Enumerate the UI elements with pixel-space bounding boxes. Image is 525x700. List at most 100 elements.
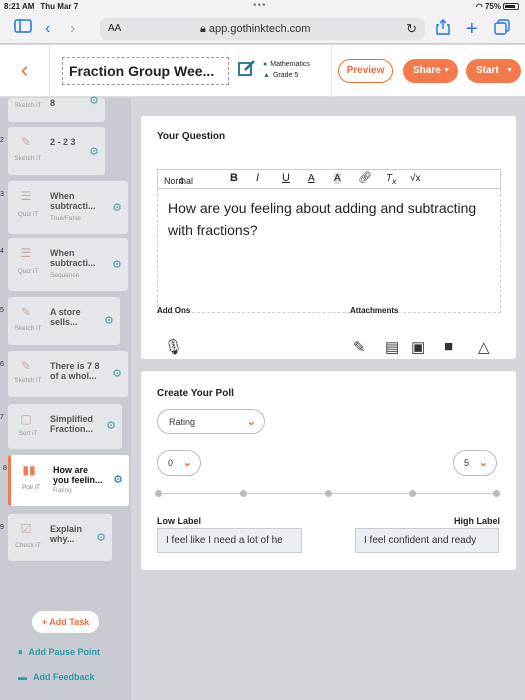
task-card[interactable]: 2 ✎ Sketch iT 2 - 2 3 ⚙ — [0, 127, 105, 175]
tabs-icon[interactable] — [494, 19, 510, 41]
scale-point — [325, 490, 332, 497]
wifi-icon: ◠ — [475, 2, 485, 11]
link-icon[interactable]: 🔗︎ — [358, 171, 372, 184]
task-type: Quiz iT — [17, 268, 39, 275]
task-card[interactable]: 4 ☰ Quiz iT When subtracti... Sequence ⚙ — [0, 238, 128, 291]
reload-icon[interactable]: ↻ — [406, 21, 417, 37]
sidebar-toggle-icon[interactable] — [14, 19, 32, 39]
apple-icon: ● — [263, 61, 268, 68]
add-pause-point-link[interactable]: ⏸︎ Add Pause Point — [18, 647, 100, 658]
task-title: 2 - 2 3 — [50, 137, 76, 147]
sketch-icon: ✎ — [20, 359, 32, 373]
gear-icon[interactable]: ⚙ — [104, 314, 114, 327]
task-card[interactable]: 5 ✎ Sketch iT A store sells... ⚙ — [0, 297, 120, 345]
task-card[interactable]: 9 ☑ Check iT Explain why... ⚙ — [0, 514, 112, 561]
start-button[interactable]: Start ▼ — [466, 59, 521, 83]
gear-icon[interactable]: ⚙ — [112, 201, 122, 214]
status-time: 8:21 AM — [4, 2, 35, 11]
gear-icon[interactable]: ⚙ — [106, 419, 116, 432]
share-icon[interactable] — [436, 19, 450, 41]
text-color-icon[interactable]: A — [308, 173, 315, 184]
lesson-title[interactable]: Fraction Group Wee... — [62, 57, 229, 85]
task-number: 9 — [0, 524, 4, 531]
task-type: Check iT — [15, 542, 41, 549]
task-number: 8 — [3, 465, 7, 472]
add-task-button[interactable]: + Add Task — [32, 611, 99, 633]
task-title: When subtracti... — [50, 248, 96, 268]
google-drive-icon[interactable]: △ — [478, 338, 490, 356]
new-tab-icon[interactable]: + — [466, 19, 478, 39]
back-button[interactable]: ‹ — [0, 45, 50, 97]
list-icon: ☰ — [20, 189, 32, 203]
list-icon: ☰ — [20, 246, 32, 260]
checkbox-icon: ☑ — [20, 522, 32, 536]
task-card-active[interactable]: 8 ▮▮ Poll iT How are you feelin... Ratin… — [3, 455, 129, 506]
preview-button[interactable]: Preview — [338, 59, 393, 83]
forward-nav-icon[interactable]: › — [70, 19, 75, 39]
poll-type-value: Rating — [169, 417, 196, 427]
task-subtitle: Rating — [53, 487, 72, 494]
task-number: 3 — [0, 191, 4, 198]
pdf-icon[interactable]: ▤ — [385, 338, 399, 356]
gear-icon[interactable]: ⚙ — [112, 367, 122, 380]
task-type: Sketch iT — [14, 377, 42, 384]
gear-icon[interactable]: ⚙ — [112, 258, 122, 271]
poll-type-select[interactable]: Rating ⌄ — [157, 409, 265, 434]
back-nav-icon[interactable]: ‹ — [45, 19, 50, 39]
editor-toolbar: Normal ⇕ B I U A A 🔗︎ Tx √x — [157, 169, 501, 189]
address-bar[interactable]: AA 🔒︎ app.gothinktech.com ↻ — [100, 18, 425, 40]
min-value-select[interactable]: 0 ⌄ — [157, 450, 201, 476]
chevron-down-icon: ⌄ — [182, 457, 192, 469]
task-subtitle: Sequence — [50, 272, 80, 279]
bar-chart-icon: ▮▮ — [22, 463, 36, 477]
grade-label: Grade 5 — [272, 72, 299, 79]
share-button[interactable]: Share ▼ — [403, 59, 458, 83]
image-icon[interactable]: ▣ — [411, 338, 425, 356]
drawing-tools-icon[interactable]: ✎ — [353, 338, 366, 356]
microphone-icon[interactable]: 🎙︎ — [164, 338, 183, 356]
gear-icon[interactable]: ⚙ — [113, 473, 123, 486]
question-editor[interactable]: How are you feeling about adding and sub… — [157, 189, 501, 313]
max-value-select[interactable]: 5 ⌄ — [453, 450, 497, 476]
chevron-down-icon: ⌄ — [478, 457, 488, 469]
chevron-down-icon: ⌄ — [246, 416, 256, 428]
task-title: Explain why... — [50, 524, 83, 544]
task-title: A store sells... — [50, 307, 81, 327]
bold-icon[interactable]: B — [230, 172, 238, 184]
add-ons-label: Add Ons — [157, 306, 191, 315]
clear-format-icon[interactable]: Tx — [386, 173, 396, 186]
lock-icon: 🔒︎ — [200, 23, 209, 35]
task-type: Sketch iT — [14, 155, 42, 162]
italic-icon[interactable]: I — [256, 172, 259, 184]
task-card[interactable]: 6 ✎ Sketch iT There is 7 8 of a whol... … — [0, 351, 128, 397]
task-type: Quiz iT — [17, 211, 39, 218]
question-card: Your Question Normal ⇕ B I U A A 🔗︎ Tx √… — [141, 116, 516, 359]
formula-icon[interactable]: √x — [410, 173, 421, 184]
edit-icon[interactable] — [238, 59, 256, 82]
gear-icon[interactable]: ⚙ — [96, 531, 106, 544]
gear-icon[interactable]: ⚙ — [89, 145, 99, 158]
task-number: 7 — [0, 414, 4, 421]
gear-icon[interactable]: ⚙ — [89, 94, 99, 107]
reader-aa-button[interactable]: AA — [108, 23, 121, 34]
low-label-input[interactable]: I feel like I need a lot of he — [157, 528, 302, 553]
add-feedback-link[interactable]: ▬ Add Feedback — [18, 672, 95, 682]
min-value: 0 — [168, 458, 174, 468]
task-card[interactable]: 3 ☰ Quiz iT When subtracti... True/False… — [0, 181, 128, 234]
video-icon[interactable]: ■ — [444, 338, 453, 355]
subject-label: Mathematics — [270, 61, 310, 68]
task-card[interactable]: 7 ▢ Sort iT Simplified Fraction... ⚙ — [0, 404, 122, 449]
high-label-input[interactable]: I feel confident and ready — [355, 528, 499, 553]
pause-icon: ⏸︎ — [18, 647, 23, 657]
highlight-icon[interactable]: A — [334, 173, 341, 184]
chevron-down-icon: ▼ — [506, 67, 513, 74]
scale-point — [409, 490, 416, 497]
underline-icon[interactable]: U — [282, 172, 290, 184]
multitask-dots[interactable]: ••• — [253, 0, 267, 11]
chat-icon: ▬ — [18, 672, 27, 682]
battery-percent: 75% — [484, 2, 501, 11]
task-card[interactable]: Sketch iT 8 ⚙ — [8, 95, 105, 122]
scale-point — [493, 490, 500, 497]
question-heading: Your Question — [157, 131, 226, 142]
status-date: Thu Mar 7 — [40, 2, 79, 11]
